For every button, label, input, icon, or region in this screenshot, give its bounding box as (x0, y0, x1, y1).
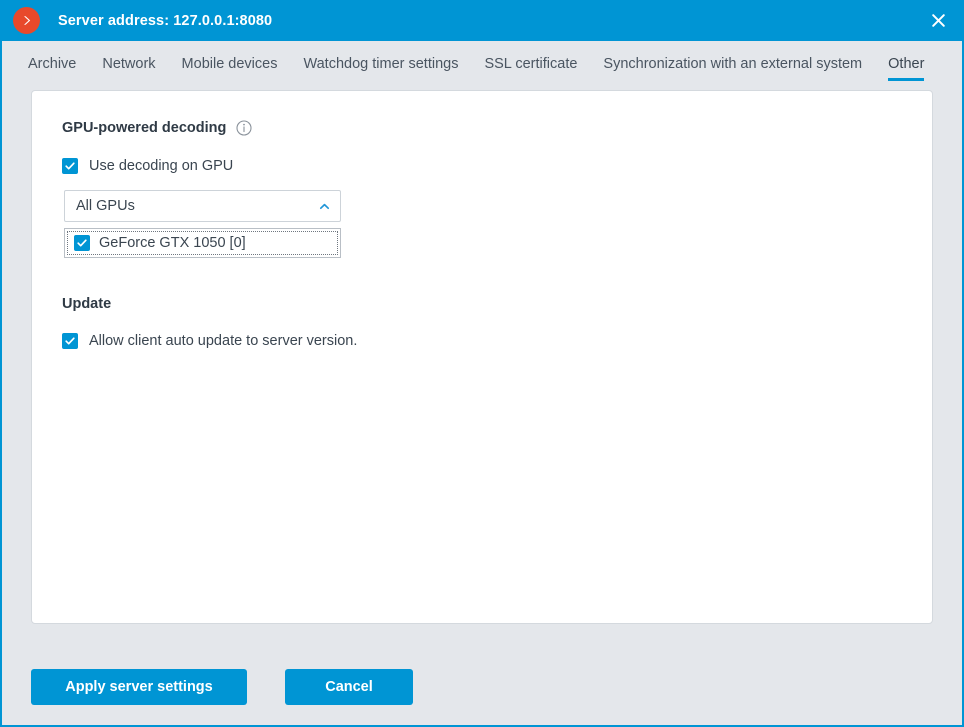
gpu-section-title: GPU-powered decoding (62, 120, 932, 136)
close-icon[interactable] (914, 0, 962, 41)
allow-auto-update-checkbox[interactable]: Allow client auto update to server versi… (62, 333, 932, 349)
checkmark-icon[interactable] (74, 235, 90, 251)
tab-label: SSL certificate (484, 56, 578, 72)
settings-panel: GPU-powered decoding Use decoding on GPU (31, 90, 933, 624)
tab-archive[interactable]: Archive (28, 56, 76, 81)
tab-mobile-devices[interactable]: Mobile devices (182, 56, 278, 81)
tab-other[interactable]: Other (888, 56, 925, 81)
cancel-button[interactable]: Cancel (285, 669, 413, 705)
gpu-select-combobox[interactable]: All GPUs (64, 190, 341, 222)
gpu-section-title-label: GPU-powered decoding (62, 120, 227, 136)
checkmark-icon (62, 158, 78, 174)
server-settings-window: Server address: 127.0.0.1:8080 Archive N… (0, 0, 964, 727)
title-bar: Server address: 127.0.0.1:8080 (2, 0, 962, 41)
update-section-title-label: Update (62, 296, 112, 312)
chevron-up-icon[interactable] (318, 200, 331, 213)
tab-label: Watchdog timer settings (303, 56, 459, 72)
tab-synchronization-external-system[interactable]: Synchronization with an external system (603, 56, 862, 81)
update-section-title: Update (62, 296, 932, 312)
content-area: GPU-powered decoding Use decoding on GPU (2, 81, 962, 649)
tab-network[interactable]: Network (102, 56, 155, 81)
info-icon[interactable] (236, 120, 252, 136)
gpu-select-value: All GPUs (76, 198, 135, 214)
tab-label: Network (102, 56, 156, 72)
tab-label: Other (888, 56, 925, 72)
allow-auto-update-label: Allow client auto update to server versi… (89, 333, 358, 349)
chevron-right-circle-icon (13, 7, 40, 34)
tab-watchdog-timer-settings[interactable]: Watchdog timer settings (303, 56, 458, 81)
window-title: Server address: 127.0.0.1:8080 (58, 12, 273, 29)
gpu-dropdown-list: GeForce GTX 1050 [0] (64, 228, 341, 258)
tab-label: Archive (28, 56, 77, 72)
list-item[interactable]: GeForce GTX 1050 [0] (67, 231, 338, 255)
tab-ssl-certificate[interactable]: SSL certificate (484, 56, 577, 81)
tab-bar: Archive Network Mobile devices Watchdog … (2, 41, 962, 81)
gpu-option-label: GeForce GTX 1050 [0] (99, 235, 246, 251)
footer-bar: Apply server settings Cancel (2, 649, 962, 725)
use-gpu-decoding-checkbox[interactable]: Use decoding on GPU (62, 158, 932, 174)
tab-label: Synchronization with an external system (603, 56, 863, 72)
apply-server-settings-button[interactable]: Apply server settings (31, 669, 247, 705)
tab-label: Mobile devices (181, 56, 278, 72)
use-gpu-decoding-label: Use decoding on GPU (89, 158, 234, 174)
checkmark-icon (62, 333, 78, 349)
